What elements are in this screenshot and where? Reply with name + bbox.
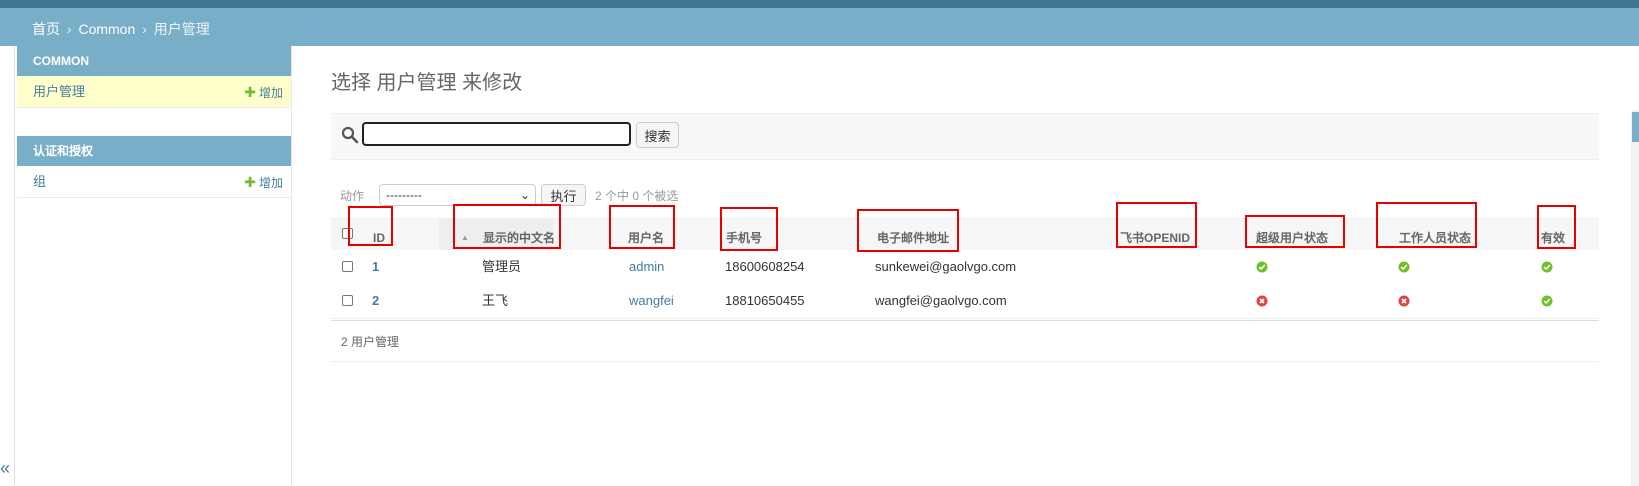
row-email: sunkewei@gaolvgo.com	[875, 259, 1017, 274]
add-label: 增加	[258, 176, 283, 190]
sidebar-item-groups[interactable]: 组 ✚ 增加	[17, 166, 291, 198]
sidebar-add-users-link[interactable]: ✚ 增加	[244, 76, 283, 109]
actions-bar: 动作 --------- ⌄ 执行 2 个中 0 个被选	[331, 182, 851, 208]
search-input[interactable]	[362, 122, 631, 146]
breadcrumb: 首页 › Common › 用户管理	[32, 19, 210, 39]
sidebar-item-users[interactable]: 用户管理 ✚ 增加	[17, 76, 291, 108]
row-checkbox[interactable]	[342, 295, 353, 306]
action-select[interactable]: --------- ⌄	[379, 184, 536, 206]
breadcrumb-separator: ›	[142, 21, 147, 37]
row-username[interactable]: wangfei	[629, 284, 674, 317]
check-circle-icon	[1541, 295, 1553, 307]
row-phone: 18600608254	[725, 259, 805, 274]
breadcrumb-home-link[interactable]: 首页	[32, 21, 60, 37]
sidebar-module-auth-header[interactable]: 认证和授权	[17, 136, 291, 166]
check-circle-icon	[1398, 261, 1410, 273]
highlight-box	[1116, 202, 1197, 248]
row-checkbox[interactable]	[342, 261, 353, 272]
table-row: 1 管理员 admin 18600608254 sunkewei@gaolvgo…	[331, 250, 1599, 285]
highlight-box	[857, 209, 959, 252]
search-toolbar: 搜索	[331, 113, 1599, 160]
sidebar: COMMON 用户管理 ✚ 增加 认证和授权 组 ✚ 增加	[14, 46, 292, 486]
row-email: wangfei@gaolvgo.com	[875, 293, 1007, 308]
check-circle-icon	[1541, 261, 1553, 273]
scrollbar-track[interactable]	[1631, 110, 1639, 486]
top-strip	[0, 0, 1639, 8]
result-count: 2 用户管理	[341, 335, 400, 349]
highlight-box	[609, 205, 675, 249]
highlight-box	[1376, 202, 1477, 248]
paginator: 2 用户管理	[331, 320, 1599, 362]
actions-label: 动作	[340, 189, 365, 203]
selection-counter: 2 个中 0 个被选	[595, 189, 679, 203]
header-bar: 首页 › Common › 用户管理	[0, 8, 1639, 46]
plus-icon: ✚	[244, 84, 256, 100]
row-phone: 18810650455	[725, 293, 805, 308]
sidebar-add-groups-link[interactable]: ✚ 增加	[244, 166, 283, 199]
highlight-box	[1245, 215, 1345, 248]
add-label: 增加	[258, 86, 283, 100]
magnifier-icon	[341, 126, 359, 144]
row-display-name: 王飞	[482, 293, 509, 308]
row-id-link[interactable]: 1	[372, 250, 379, 283]
check-circle-icon	[1256, 261, 1268, 273]
execute-button[interactable]: 执行	[541, 184, 586, 206]
page-title: 选择 用户管理 来修改	[331, 72, 523, 94]
table-row: 2 王飞 wangfei 18810650455 wangfei@gaolvgo…	[331, 284, 1599, 319]
breadcrumb-separator: ›	[66, 21, 72, 37]
row-display-name: 管理员	[482, 259, 522, 274]
sidebar-item-groups-link[interactable]: 组	[33, 174, 46, 189]
search-button[interactable]: 搜索	[636, 122, 679, 148]
plus-icon: ✚	[244, 174, 256, 190]
sidebar-module-common-header[interactable]: COMMON	[17, 46, 291, 76]
row-username[interactable]: admin	[629, 250, 664, 283]
breadcrumb-section-link[interactable]: Common	[78, 21, 135, 37]
highlight-box	[1537, 205, 1576, 249]
chevron-down-icon: ⌄	[519, 188, 530, 202]
highlight-box	[348, 206, 393, 246]
row-id-link[interactable]: 2	[372, 284, 379, 317]
breadcrumb-current: 用户管理	[153, 21, 210, 37]
x-circle-icon	[1398, 295, 1410, 307]
x-circle-icon	[1256, 295, 1268, 307]
highlight-box	[453, 204, 561, 249]
collapse-sidebar-button[interactable]: «	[0, 458, 10, 479]
sidebar-item-users-link[interactable]: 用户管理	[33, 84, 85, 99]
action-select-value: ---------	[386, 188, 422, 202]
highlight-box	[720, 207, 778, 251]
scrollbar-thumb[interactable]	[1632, 112, 1639, 142]
